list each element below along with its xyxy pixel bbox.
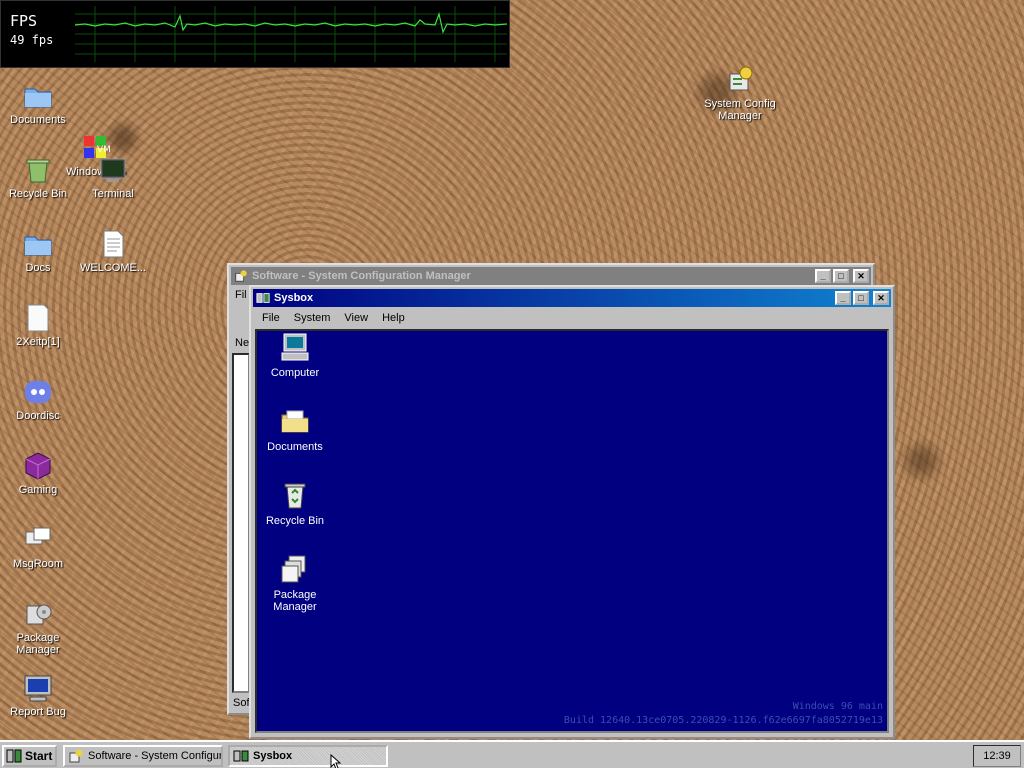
desktop-icon-2xeitp[interactable]: 2Xeitp[1] (0, 302, 76, 348)
desktop-icon-label: Report Bug (10, 706, 66, 718)
sysbox-icon-documents[interactable]: Documents (257, 405, 333, 453)
discord-icon (25, 381, 51, 403)
menu-file[interactable]: File (255, 312, 287, 324)
desktop-icon-label: WELCOME... (79, 262, 146, 274)
menu-help[interactable]: Help (375, 312, 412, 324)
start-button[interactable]: Start (2, 745, 57, 767)
mouse-cursor-icon (330, 754, 342, 768)
recycle-bin-icon (26, 159, 50, 183)
status-fragment: Sof (233, 697, 250, 709)
desktop-icon-label: Recycle Bin (8, 188, 68, 200)
sysbox-icon-package-manager[interactable]: Package Manager (257, 553, 333, 613)
build-watermark: Windows 96 main Build 12640.13ce0705.220… (564, 700, 883, 728)
desktop-icon-label: Package Manager (16, 632, 60, 656)
start-label: Start (25, 749, 53, 763)
taskbar-clock[interactable]: 12:39 (973, 745, 1021, 767)
fps-graph (75, 6, 507, 62)
maximize-button[interactable]: □ (853, 291, 869, 305)
menu-file-fragment[interactable]: Fil (235, 289, 247, 301)
menu-view[interactable]: View (337, 312, 375, 324)
fps-label: FPS (10, 12, 38, 30)
sysbox-icon-recycle-bin[interactable]: Recycle Bin (257, 479, 333, 527)
minimize-button[interactable]: _ (835, 291, 851, 305)
taskbar-task-sysbox[interactable]: Sysbox (228, 745, 388, 767)
start-logo-icon (6, 749, 22, 763)
desktop-icon-doordisc[interactable]: Doordisc (0, 376, 76, 422)
desktop-icon-package-manager[interactable]: Package Manager (0, 598, 76, 656)
desktop-icon-label: Docs (25, 262, 51, 274)
monitor-icon (24, 675, 52, 702)
desktop-icon-report-bug[interactable]: Report Bug (0, 672, 76, 718)
desktop-icon-label: MsgRoom (12, 558, 64, 570)
sysbox-window[interactable]: Sysbox _ □ ✕ File System View Help Compu… (249, 285, 895, 739)
icon-label: Package Manager (273, 589, 317, 613)
folder-icon (24, 88, 52, 108)
window-title: Sysbox (274, 292, 314, 304)
config-icon (235, 270, 247, 282)
sysbox-icon-computer[interactable]: Computer (257, 331, 333, 379)
folder-icon (281, 410, 309, 433)
recycle-bin-icon (284, 483, 306, 509)
taskbar: Start Software - System Configur... Sysb… (0, 740, 1024, 768)
build-line-number: Build 12640.13ce0705.220829-1126.f62e669… (563, 715, 883, 726)
desktop-icon-label: Documents (10, 114, 66, 126)
list-header-fragment: Ne (235, 337, 250, 349)
task-label: Software - System Configur... (88, 750, 223, 762)
build-line-os: Windows 96 main (792, 701, 883, 712)
sysbox-icon (233, 750, 249, 762)
blank-file-icon (27, 304, 49, 332)
sysbox-icon (256, 293, 270, 303)
list-panel (232, 353, 250, 693)
menubar: File System View Help (255, 309, 889, 327)
package-icon (281, 555, 306, 583)
desktop-icon-label: Doordisc (16, 410, 60, 422)
icon-label: Computer (270, 367, 320, 379)
icon-label: Documents (267, 441, 323, 453)
minimize-button[interactable]: _ (815, 269, 831, 283)
config-icon (729, 66, 753, 91)
terminal-icon (100, 158, 126, 182)
task-label: Sysbox (253, 750, 293, 762)
desktop-icon-welcome[interactable]: WELCOME... (75, 228, 151, 274)
taskbar-task-software-config[interactable]: Software - System Configur... (63, 745, 223, 767)
maximize-button[interactable]: □ (833, 269, 849, 283)
software-config-titlebar[interactable]: Software - System Configuration Manager … (231, 267, 871, 285)
folder-icon (24, 236, 52, 256)
sysbox-content: Computer Documents Recycle Bin Package M… (255, 329, 889, 733)
desktop-icon-label: System Config Manager (704, 98, 776, 122)
desktop-icon-terminal[interactable]: Terminal (75, 154, 151, 200)
desktop-icon-system-config-manager[interactable]: System Config Manager (702, 64, 778, 122)
desktop-icon-documents[interactable]: Documents (0, 80, 76, 126)
desktop-icon-docs[interactable]: Docs (0, 228, 76, 274)
menu-system[interactable]: System (287, 312, 338, 324)
desktop-icon-label: 2Xeitp[1] (16, 336, 60, 348)
icon-label: Recycle Bin (265, 515, 325, 527)
sysbox-titlebar[interactable]: Sysbox _ □ ✕ (253, 289, 891, 307)
chat-icon (25, 527, 51, 545)
desktop-icon-label: Gaming (18, 484, 58, 496)
computer-icon (281, 333, 309, 361)
fps-value: 49 fps (10, 33, 54, 47)
package-icon (26, 604, 52, 625)
desktop-icon-gaming[interactable]: Gaming (0, 450, 76, 496)
fps-monitor: FPS 49 fps (0, 0, 510, 68)
close-button[interactable]: ✕ (853, 269, 869, 283)
window-title: Software - System Configuration Manager (252, 270, 471, 282)
desktop-icon-label: Terminal (92, 188, 134, 200)
config-icon (69, 749, 83, 763)
cube-icon (25, 452, 51, 480)
desktop-icon-msgroom[interactable]: MsgRoom (0, 524, 76, 570)
close-button[interactable]: ✕ (873, 291, 889, 305)
text-file-icon (103, 230, 124, 258)
